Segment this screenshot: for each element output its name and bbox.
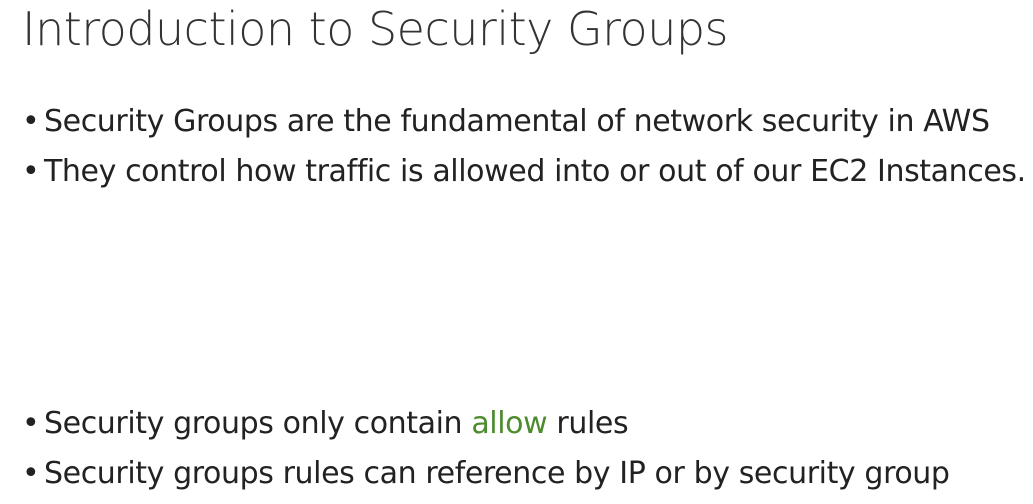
bullet-text-before: Security groups only contain xyxy=(44,406,472,441)
bullet-item: • Security Groups are the fundamental of… xyxy=(22,102,1026,152)
bullet-text-after: rules xyxy=(547,406,629,441)
bullet-list-bottom: • Security groups only contain allow rul… xyxy=(22,404,950,504)
bullet-icon: • xyxy=(22,456,40,491)
bullet-text: Security Groups are the fundamental of n… xyxy=(44,104,990,139)
allow-highlight: allow xyxy=(471,406,548,441)
bullet-icon: • xyxy=(22,154,40,189)
bullet-text: Security groups only contain allow rules xyxy=(44,404,629,444)
bullet-item: • Security groups rules can reference by… xyxy=(22,454,950,504)
bullet-icon: • xyxy=(22,104,40,139)
bullet-text: Security groups rules can reference by I… xyxy=(44,456,950,491)
bullet-list-top: • Security Groups are the fundamental of… xyxy=(22,102,1026,202)
bullet-item: • They control how traffic is allowed in… xyxy=(22,152,1026,202)
bullet-item: • Security groups only contain allow rul… xyxy=(22,404,950,454)
bullet-text: They control how traffic is allowed into… xyxy=(44,154,1026,189)
bullet-icon: • xyxy=(22,406,40,441)
slide-title: Introduction to Security Groups xyxy=(22,2,729,56)
